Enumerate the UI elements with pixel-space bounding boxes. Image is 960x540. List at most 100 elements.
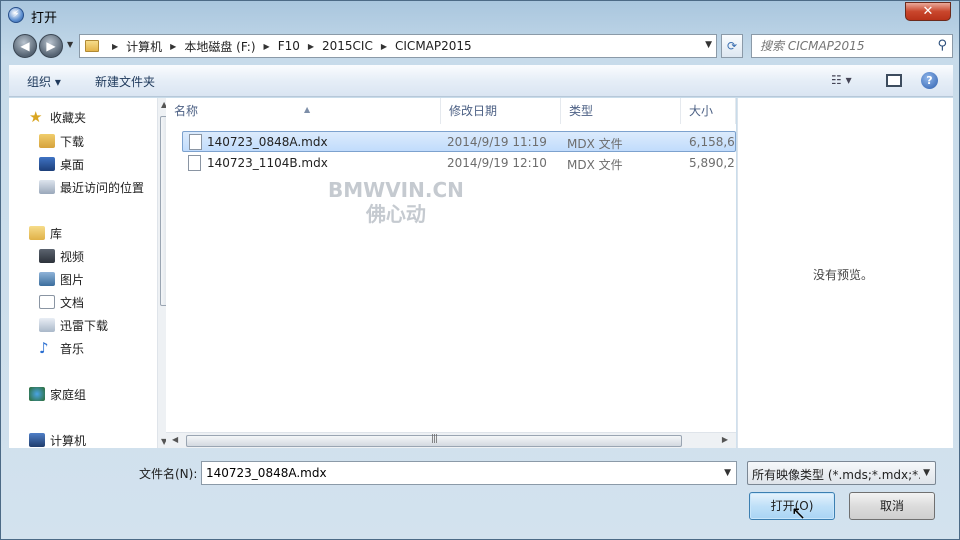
- nav-item-label: 桌面: [60, 157, 85, 172]
- grip-icon: |||: [431, 434, 438, 444]
- column-header-size[interactable]: 大小: [681, 98, 736, 124]
- back-button[interactable]: ◀: [13, 34, 37, 58]
- video-icon: [39, 249, 55, 263]
- nav-item-label: 库: [50, 226, 63, 241]
- library-icon: [29, 226, 45, 240]
- preview-pane: 没有预览。: [737, 98, 953, 448]
- breadcrumb-2015cic[interactable]: 2015CIC: [322, 39, 373, 53]
- refresh-icon: ⟳: [726, 39, 738, 53]
- nav-item-downloads[interactable]: 下载: [39, 131, 84, 151]
- picture-icon: [39, 272, 55, 286]
- nav-item-label: 收藏夹: [50, 110, 87, 125]
- breadcrumb-drive[interactable]: 本地磁盘 (F:): [184, 38, 255, 55]
- filename-combobox: ▼: [201, 461, 737, 485]
- breadcrumb-cicmap2015[interactable]: CICMAP2015: [395, 39, 472, 53]
- column-header-name[interactable]: 名称 ▲: [166, 98, 441, 124]
- close-button[interactable]: ✕: [905, 2, 951, 21]
- file-type: MDX 文件: [567, 137, 623, 151]
- nav-item-label: 家庭组: [50, 387, 87, 402]
- organize-button[interactable]: 组织 ▾: [27, 73, 61, 90]
- cancel-button[interactable]: 取消: [849, 492, 935, 520]
- search-input[interactable]: [752, 35, 932, 57]
- search-icon[interactable]: ⚲: [937, 38, 947, 53]
- nav-item-computer[interactable]: 计算机: [29, 430, 86, 450]
- chevron-right-icon[interactable]: ▶: [112, 42, 118, 51]
- nav-item-label: 计算机: [50, 433, 87, 448]
- window-title: 打开: [31, 11, 58, 26]
- chevron-right-icon[interactable]: ▶: [381, 42, 387, 51]
- nav-item-libraries[interactable]: 库: [29, 223, 62, 243]
- nav-item-xunlei[interactable]: 迅雷下载: [39, 315, 108, 335]
- file-list-hscrollbar[interactable]: ◀ ||| ▶: [166, 432, 736, 448]
- file-icon: [188, 155, 201, 171]
- column-header-modified[interactable]: 修改日期: [441, 98, 561, 124]
- file-size: 6,158,68: [689, 135, 735, 149]
- address-dropdown-icon[interactable]: ▼: [705, 40, 712, 50]
- search-box: ⚲: [751, 34, 953, 58]
- title-bar[interactable]: ⚡ 打开 ✕: [1, 1, 959, 29]
- new-folder-button[interactable]: 新建文件夹: [95, 73, 155, 90]
- folder-icon: [85, 40, 99, 52]
- file-list: 名称 ▲ 修改日期 类型 大小 140723_0848A.mdx 2014/9/1…: [166, 98, 736, 448]
- file-row[interactable]: 140723_0848A.mdx 2014/9/19 11:19 MDX 文件 …: [182, 131, 736, 152]
- address-bar[interactable]: ▶ 计算机 ▶ 本地磁盘 (F:) ▶ F10 ▶ 2015CIC ▶ CICM…: [79, 34, 717, 58]
- no-preview-text: 没有预览。: [812, 268, 873, 282]
- watermark: BMWVIN.CN 佛心动: [328, 178, 464, 226]
- nav-item-label: 音乐: [60, 341, 85, 356]
- file-name: 140723_1104B.mdx: [207, 156, 328, 170]
- filename-input[interactable]: [202, 462, 712, 484]
- filename-dropdown-icon[interactable]: ▼: [724, 468, 731, 478]
- file-modified: 2014/9/19 12:10: [447, 156, 547, 170]
- address-row: ◀ ▶ ▼ ▶ 计算机 ▶ 本地磁盘 (F:) ▶ F10 ▶ 2015CIC …: [9, 31, 953, 61]
- chevron-right-icon[interactable]: ▶: [308, 42, 314, 51]
- nav-item-recent[interactable]: 最近访问的位置: [39, 177, 144, 197]
- nav-item-documents[interactable]: 文档: [39, 292, 84, 312]
- breadcrumb-computer[interactable]: 计算机: [126, 38, 162, 55]
- command-bar: 组织 ▾ 新建文件夹 ☷ ▾ ?: [9, 65, 953, 97]
- hscroll-thumb[interactable]: |||: [186, 434, 682, 447]
- chevron-right-icon[interactable]: ▶: [170, 42, 176, 51]
- column-header-type[interactable]: 类型: [561, 98, 681, 124]
- nav-item-label: 文档: [60, 295, 85, 310]
- nav-item-pictures[interactable]: 图片: [39, 269, 84, 289]
- view-options-icon[interactable]: ☷ ▾: [831, 73, 852, 87]
- downloads-folder-icon: [39, 134, 55, 148]
- open-file-dialog: ⚡ 打开 ✕ ◀ ▶ ▼ ▶ 计算机 ▶ 本地磁盘 (F:) ▶ F10 ▶ 2…: [0, 0, 960, 540]
- arrow-right-icon: ▶: [46, 39, 56, 53]
- breadcrumb: ▶ 计算机 ▶ 本地磁盘 (F:) ▶ F10 ▶ 2015CIC ▶ CICM…: [104, 35, 472, 57]
- nav-item-favorites[interactable]: ★ 收藏夹: [29, 107, 86, 127]
- music-note-icon: ♪: [39, 339, 49, 357]
- file-row[interactable]: 140723_1104B.mdx 2014/9/19 12:10 MDX 文件 …: [182, 153, 736, 174]
- scroll-left-icon[interactable]: ◀: [172, 435, 178, 444]
- nav-item-label: 迅雷下载: [60, 318, 109, 333]
- xunlei-download-icon: [39, 318, 55, 332]
- document-icon: [39, 295, 55, 309]
- help-icon[interactable]: ?: [921, 72, 938, 89]
- nav-item-label: 视频: [60, 249, 85, 264]
- computer-icon: [29, 433, 45, 447]
- breadcrumb-f10[interactable]: F10: [278, 39, 300, 53]
- file-name: 140723_0848A.mdx: [207, 135, 328, 149]
- refresh-button[interactable]: ⟳: [721, 34, 743, 58]
- nav-item-videos[interactable]: 视频: [39, 246, 84, 266]
- nav-item-desktop[interactable]: 桌面: [39, 154, 84, 174]
- homegroup-icon: [29, 387, 45, 401]
- recent-places-icon: [39, 180, 55, 194]
- history-dropdown-icon[interactable]: ▼: [67, 40, 73, 49]
- nav-item-homegroup[interactable]: 家庭组: [29, 384, 86, 404]
- filename-label: 文件名(N):: [139, 467, 198, 481]
- preview-pane-icon[interactable]: [886, 74, 902, 87]
- nav-item-label: 最近访问的位置: [60, 180, 145, 195]
- file-size: 5,890,27: [689, 156, 735, 170]
- scroll-right-icon[interactable]: ▶: [722, 435, 728, 444]
- file-type: MDX 文件: [567, 158, 623, 172]
- filetype-select[interactable]: 所有映像类型 (*.mds;*.mdx;*.b ▼: [747, 461, 936, 485]
- chevron-right-icon[interactable]: ▶: [264, 42, 270, 51]
- arrow-left-icon: ◀: [20, 39, 30, 53]
- app-icon: ⚡: [8, 7, 24, 23]
- chevron-down-icon: ▼: [923, 468, 930, 478]
- forward-button[interactable]: ▶: [39, 34, 63, 58]
- file-modified: 2014/9/19 11:19: [447, 135, 547, 149]
- nav-item-music[interactable]: ♪ 音乐: [39, 338, 84, 358]
- filetype-value: 所有映像类型 (*.mds;*.mdx;*.b: [752, 468, 920, 482]
